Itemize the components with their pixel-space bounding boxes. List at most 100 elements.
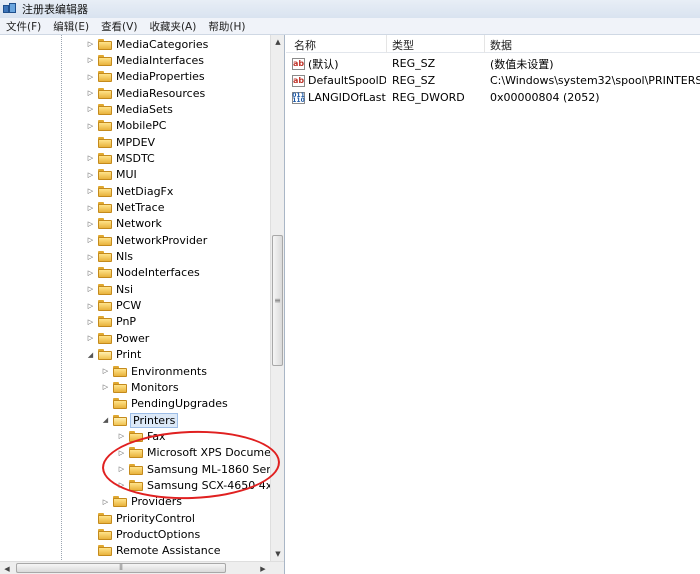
expanded-triangle-icon[interactable]: ◢ bbox=[86, 350, 95, 359]
tree-item[interactable]: ▷ MediaInterfaces bbox=[86, 52, 204, 68]
tree-item[interactable]: ▷ MediaProperties bbox=[86, 69, 205, 85]
value-data: C:\Windows\system32\spool\PRINTERS bbox=[490, 74, 700, 87]
folder-icon bbox=[98, 234, 112, 246]
collapsed-triangle-icon[interactable]: ▷ bbox=[86, 121, 95, 130]
tree-item[interactable]: ▷ Nls bbox=[86, 249, 133, 265]
tree-item[interactable]: · ProductOptions bbox=[86, 527, 200, 543]
collapsed-triangle-icon[interactable]: ▷ bbox=[86, 317, 95, 326]
vertical-scroll-thumb[interactable]: ≡ bbox=[272, 235, 283, 366]
tree-item[interactable]: ▷ Providers bbox=[101, 494, 182, 510]
tree-item-label: PnP bbox=[116, 315, 137, 329]
collapsed-triangle-icon[interactable]: ▷ bbox=[117, 465, 126, 474]
collapsed-triangle-icon[interactable]: ▷ bbox=[86, 170, 95, 179]
collapsed-triangle-icon[interactable]: ▷ bbox=[86, 252, 95, 261]
tree-item[interactable]: ◢ Printers bbox=[101, 412, 179, 428]
tree-item[interactable]: ▷ MediaResources bbox=[86, 85, 205, 101]
column-divider[interactable] bbox=[386, 35, 387, 53]
collapsed-triangle-icon[interactable]: ▷ bbox=[86, 219, 95, 228]
menu-favorites[interactable]: 收藏夹(A) bbox=[143, 19, 202, 34]
folder-icon bbox=[98, 332, 112, 344]
collapsed-triangle-icon[interactable]: ▷ bbox=[117, 481, 126, 490]
collapsed-triangle-icon[interactable]: ▷ bbox=[86, 203, 95, 212]
folder-icon bbox=[98, 267, 112, 279]
folder-icon bbox=[113, 365, 127, 377]
tree-item[interactable]: ▷ Monitors bbox=[101, 379, 179, 395]
folder-icon bbox=[98, 169, 112, 181]
collapsed-triangle-icon[interactable]: ▷ bbox=[86, 236, 95, 245]
value-row[interactable]: ab (默认) REG_SZ (数值未设置) bbox=[286, 55, 700, 72]
menu-help[interactable]: 帮助(H) bbox=[202, 19, 251, 34]
collapsed-triangle-icon[interactable]: ▷ bbox=[86, 187, 95, 196]
collapsed-triangle-icon[interactable]: ▷ bbox=[101, 497, 110, 506]
collapsed-triangle-icon[interactable]: ▷ bbox=[86, 40, 95, 49]
tree-item[interactable]: ▷ MSDTC bbox=[86, 150, 155, 166]
tree-item[interactable]: · Remote Assistance bbox=[86, 543, 221, 559]
registry-values-list[interactable]: 名称 类型 数据 ab (默认) REG_SZ (数值未设置) ab Defau… bbox=[286, 35, 700, 574]
tree-item[interactable]: ▷ NetTrace bbox=[86, 200, 165, 216]
no-expander-spacer: · bbox=[101, 399, 110, 408]
scroll-left-arrow-icon[interactable]: ◀ bbox=[0, 562, 14, 574]
column-header-name[interactable]: 名称 bbox=[294, 37, 316, 53]
tree-item[interactable]: · PendingUpgrades bbox=[101, 396, 228, 412]
collapsed-triangle-icon[interactable]: ▷ bbox=[86, 89, 95, 98]
horizontal-scroll-thumb[interactable]: ⦀ bbox=[16, 563, 226, 573]
tree-item[interactable]: ▷ Microsoft XPS Document bbox=[117, 445, 282, 461]
column-header-data[interactable]: 数据 bbox=[490, 37, 512, 53]
tree-item-label: PriorityControl bbox=[116, 511, 195, 525]
value-name: DefaultSpoolDi... bbox=[308, 74, 386, 87]
scroll-up-arrow-icon[interactable]: ▲ bbox=[271, 35, 284, 49]
tree-item-label: MPDEV bbox=[116, 135, 156, 149]
collapsed-triangle-icon[interactable]: ▷ bbox=[86, 285, 95, 294]
tree-item[interactable]: ▷ Environments bbox=[101, 363, 207, 379]
tree-item[interactable]: ▷ MediaSets bbox=[86, 101, 173, 117]
tree-item[interactable]: ▷ PnP bbox=[86, 314, 136, 330]
tree-item[interactable]: ▷ PCW bbox=[86, 298, 141, 314]
tree-item[interactable]: · MPDEV bbox=[86, 134, 155, 150]
scroll-down-arrow-icon[interactable]: ▼ bbox=[271, 547, 284, 561]
tree-item[interactable]: ▷ MediaCategories bbox=[86, 36, 209, 52]
tree-item[interactable]: ▷ Power bbox=[86, 330, 149, 346]
tree-vertical-scrollbar[interactable]: ▲ ≡ ▼ bbox=[270, 35, 284, 561]
collapsed-triangle-icon[interactable]: ▷ bbox=[86, 334, 95, 343]
tree-item-label: ProductOptions bbox=[116, 528, 201, 541]
tree-item[interactable]: · PriorityControl bbox=[86, 510, 195, 526]
tree-item[interactable]: ▷ NetDiagFx bbox=[86, 183, 174, 199]
collapsed-triangle-icon[interactable]: ▷ bbox=[86, 72, 95, 81]
column-header-type[interactable]: 类型 bbox=[392, 37, 414, 53]
folder-icon bbox=[98, 152, 112, 164]
no-expander-spacer: · bbox=[86, 514, 95, 523]
scroll-right-arrow-icon[interactable]: ▶ bbox=[256, 562, 270, 574]
column-divider[interactable] bbox=[484, 35, 485, 53]
column-header: 名称 类型 数据 bbox=[286, 35, 700, 53]
collapsed-triangle-icon[interactable]: ▷ bbox=[101, 367, 110, 376]
collapsed-triangle-icon[interactable]: ▷ bbox=[101, 383, 110, 392]
tree-item[interactable]: ◢ Print bbox=[86, 347, 142, 363]
collapsed-triangle-icon[interactable]: ▷ bbox=[117, 448, 126, 457]
folder-icon bbox=[98, 529, 112, 540]
tree-item-label: Remote Assistance bbox=[116, 544, 221, 558]
menu-view[interactable]: 查看(V) bbox=[95, 19, 143, 34]
tree-item[interactable]: ▷ Samsung ML-1860 Series bbox=[117, 461, 284, 477]
tree-item[interactable]: ▷ Nsi bbox=[86, 281, 133, 297]
menu-file[interactable]: 文件(F) bbox=[0, 19, 47, 34]
collapsed-triangle-icon[interactable]: ▷ bbox=[86, 154, 95, 163]
collapsed-triangle-icon[interactable]: ▷ bbox=[86, 301, 95, 310]
tree-item[interactable]: ▷ Samsung SCX-4650 4x21S bbox=[117, 477, 284, 493]
registry-key-tree[interactable]: ▷ MediaCategories ▷ MediaInterfaces ▷ MediaPr… bbox=[0, 35, 285, 574]
collapsed-triangle-icon[interactable]: ▷ bbox=[86, 268, 95, 277]
value-row[interactable]: 011110 LANGIDOfLast... REG_DWORD 0x00000… bbox=[286, 89, 700, 106]
expanded-triangle-icon[interactable]: ◢ bbox=[101, 416, 110, 425]
tree-item[interactable]: ▷ Network bbox=[86, 216, 162, 232]
tree-horizontal-scrollbar[interactable]: ◀ ⦀ ▶ bbox=[0, 561, 284, 574]
menu-edit[interactable]: 编辑(E) bbox=[47, 19, 95, 34]
tree-item[interactable]: ▷ NodeInterfaces bbox=[86, 265, 200, 281]
collapsed-triangle-icon[interactable]: ▷ bbox=[86, 56, 95, 65]
collapsed-triangle-icon[interactable]: ▷ bbox=[86, 105, 95, 114]
tree-item[interactable]: ▷ NetworkProvider bbox=[86, 232, 207, 248]
tree-item[interactable]: ▷ MUI bbox=[86, 167, 137, 183]
window-title: 注册表编辑器 bbox=[22, 3, 88, 16]
value-row[interactable]: ab DefaultSpoolDi... REG_SZ C:\Windows\s… bbox=[286, 72, 700, 89]
tree-item[interactable]: ▷ Fax bbox=[117, 428, 166, 444]
collapsed-triangle-icon[interactable]: ▷ bbox=[117, 432, 126, 441]
tree-item[interactable]: ▷ MobilePC bbox=[86, 118, 167, 134]
